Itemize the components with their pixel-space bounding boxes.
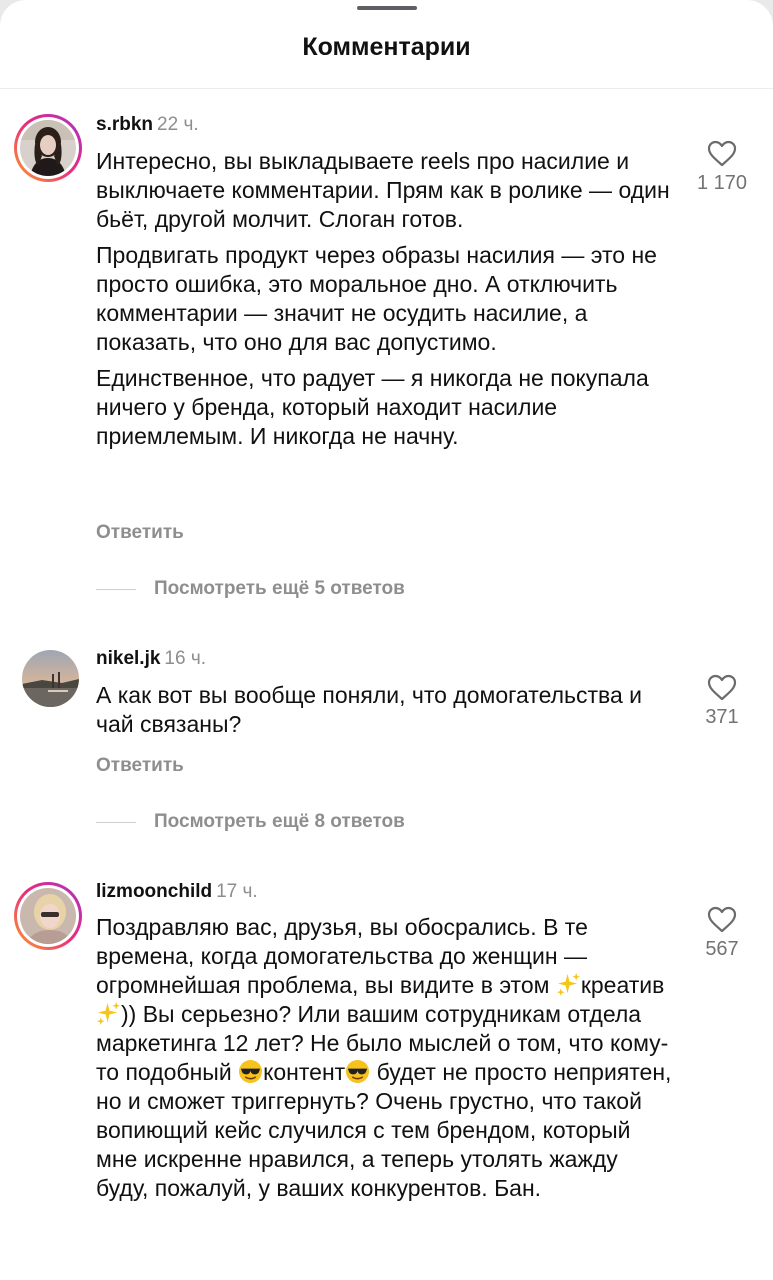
reply-button[interactable]: Ответить [96,755,184,777]
sheet-drag-handle[interactable] [357,6,417,10]
username[interactable]: s.rbkn [96,114,153,135]
heart-outline-icon[interactable] [707,906,737,933]
like-button[interactable]: 567 [690,906,754,961]
header-divider [0,88,773,89]
timestamp: 22 ч. [157,114,199,135]
comment-meta: nikel.jk 16 ч. [96,648,206,670]
avatar-photo [20,888,76,944]
comment-text: Поздравляю вас, друзья, вы обосрались. В… [96,913,676,1210]
sunglasses-emoji-icon [239,1059,263,1084]
username[interactable]: nikel.jk [96,648,160,669]
view-more-replies-label[interactable]: Посмотреть ещё 5 ответов [154,578,405,600]
comments-sheet: Комментарии s.rbkn 22 ч. Интересно, вы вы… [0,0,773,1280]
comment-text: А как вот вы вообще поняли, что домогате… [96,681,676,746]
comment-text-part: Поздравляю вас, друзья, вы обосрались. В… [96,914,588,998]
reply-button[interactable]: Ответить [96,522,184,544]
comment-paragraph: Единственное, что радует — я никогда не … [96,365,649,449]
username[interactable]: lizmoonchild [96,881,212,902]
avatar-photo [22,650,79,707]
comment-paragraph: Интересно, вы выкладываете reels про нас… [96,148,670,232]
like-button[interactable]: 1 170 [690,140,754,195]
view-more-replies[interactable]: Посмотреть ещё 5 ответов [96,577,405,601]
comment-meta: lizmoonchild 17 ч. [96,881,258,903]
comment-paragraph: Поздравляю вас, друзья, вы обосрались. В… [96,913,676,1203]
replies-line [96,588,136,590]
comment-text-part: контент [263,1059,346,1085]
avatar[interactable] [14,114,82,182]
avatar[interactable] [22,650,79,707]
avatar-photo [20,120,76,176]
comment-text: Интересно, вы выкладываете reels про нас… [96,147,676,458]
comment-meta: s.rbkn 22 ч. [96,114,199,136]
like-count: 1 170 [696,172,748,194]
sheet-title: Комментарии [302,33,471,61]
comment-paragraph: Продвигать продукт через образы насилия … [96,242,657,355]
comment-text-part: креатив [580,972,665,998]
like-count: 567 [705,938,739,960]
like-count: 371 [705,706,739,728]
view-more-replies[interactable]: Посмотреть ещё 8 ответов [96,810,405,834]
sparkles-emoji-icon [556,972,580,997]
heart-outline-icon[interactable] [707,140,737,167]
like-button[interactable]: 371 [690,674,754,729]
timestamp: 17 ч. [216,881,258,902]
avatar[interactable] [14,882,82,950]
heart-outline-icon[interactable] [707,674,737,701]
comment-paragraph: А как вот вы вообще поняли, что домогате… [96,682,643,737]
timestamp: 16 ч. [164,648,207,669]
sunglasses-emoji-icon [346,1059,370,1084]
replies-line [96,821,136,823]
sparkles-emoji-icon [96,1001,121,1026]
view-more-replies-label[interactable]: Посмотреть ещё 8 ответов [154,811,405,833]
